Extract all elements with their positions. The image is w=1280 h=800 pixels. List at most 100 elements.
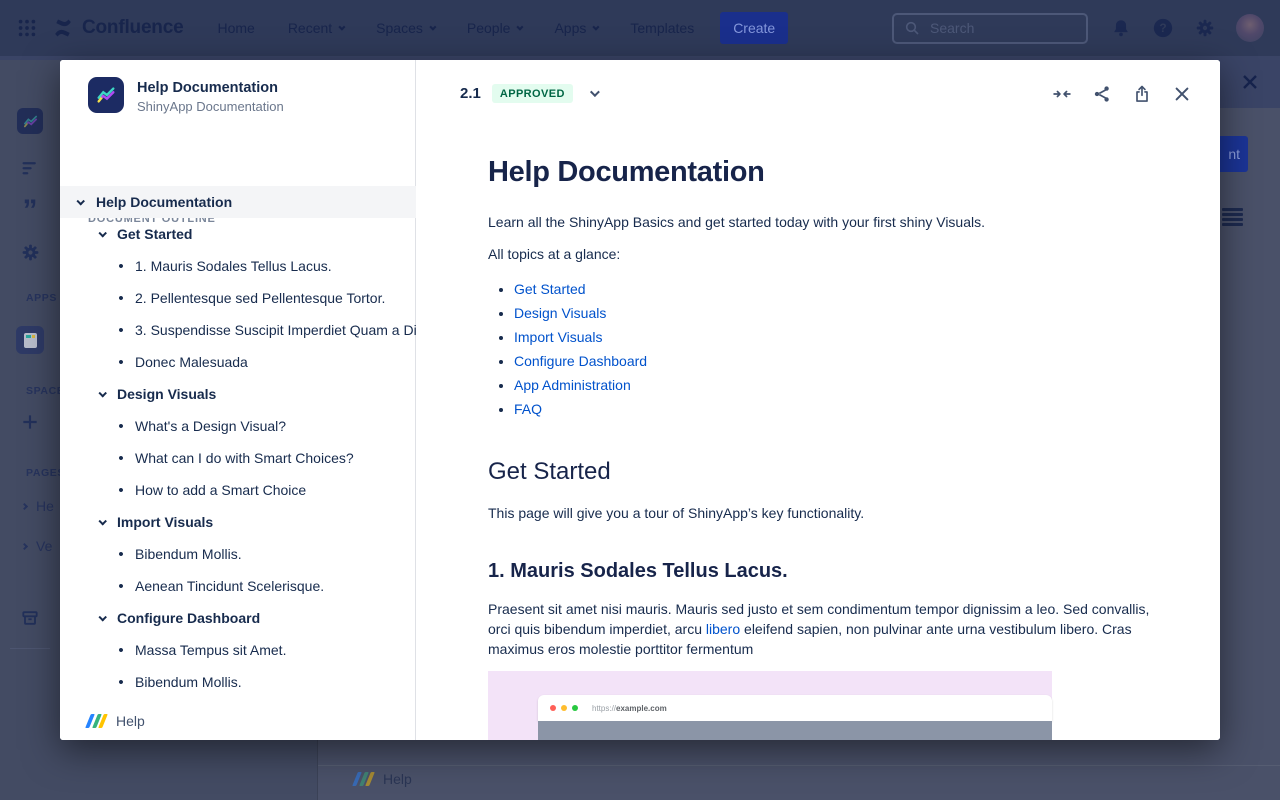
sidebar-archive-icon[interactable] [0, 608, 60, 628]
outline-item[interactable]: •Bibendum Mollis. [60, 666, 416, 698]
outline-item[interactable]: Get Started [60, 218, 416, 250]
bullet-icon: • [114, 482, 128, 499]
topics-list: Get Started Design Visuals Import Visuals C… [488, 277, 1173, 421]
sidebar-add-icon[interactable] [0, 412, 60, 432]
panel-help-link[interactable]: Help [88, 713, 145, 729]
sidebar-overview-icon[interactable] [0, 158, 60, 178]
outline-item[interactable]: Design Visuals [60, 378, 416, 410]
browser-url: https://example.com [592, 704, 667, 713]
sidebar-apps-label: APPS [26, 292, 60, 304]
browser-page-body [538, 721, 1052, 740]
create-button[interactable]: Create [720, 12, 788, 44]
sidebar-blog-quote-icon[interactable]: ” [0, 194, 60, 228]
sidebar-page-item[interactable]: Ve [22, 538, 60, 554]
outline-item-label: 1. Mauris Sodales Tellus Lacus. [135, 258, 332, 274]
outline-item[interactable]: Configure Dashboard [60, 602, 416, 634]
bullet-icon: • [114, 450, 128, 467]
nav-item-templates[interactable]: Templates [630, 20, 694, 36]
bullet-icon: • [114, 642, 128, 659]
notifications-bell-icon[interactable] [1110, 17, 1132, 39]
nav-items: Home Recent Spaces People Apps Templates [217, 20, 694, 36]
outline-item-label: Help Documentation [96, 194, 232, 210]
outline-item-label: Bibendum Mollis. [135, 674, 242, 690]
help-slashes-icon [355, 772, 372, 786]
outline-item-label: What can I do with Smart Choices? [135, 450, 354, 466]
chevron-down-icon [95, 231, 109, 237]
outline-item[interactable]: •Donec Malesuada [60, 346, 416, 378]
bullet-icon: • [114, 258, 128, 275]
banner-close-icon[interactable] [1240, 72, 1260, 92]
topic-link[interactable]: Import Visuals [514, 329, 602, 345]
confluence-logo-icon [52, 17, 74, 39]
outline-item[interactable]: •Aenean Tincidunt Scelerisque. [60, 570, 416, 602]
search-input[interactable] [928, 19, 1068, 37]
outline-item[interactable]: •What's a Design Visual? [60, 410, 416, 442]
outline-item-label: 2. Pellentesque sed Pellentesque Tortor. [135, 290, 385, 306]
help-slashes-icon [88, 714, 105, 728]
chevron-down-icon [73, 199, 87, 205]
nav-item-spaces[interactable]: Spaces [376, 20, 434, 36]
nav-item-home[interactable]: Home [217, 20, 254, 36]
topic-link[interactable]: FAQ [514, 401, 542, 417]
topic-list-item: FAQ [514, 397, 1173, 421]
help-question-icon[interactable]: ? [1152, 17, 1174, 39]
search-icon [904, 20, 920, 36]
list-view-icon[interactable] [1222, 208, 1243, 226]
outline-item[interactable]: Import Visuals [60, 506, 416, 538]
chevron-down-icon [95, 391, 109, 397]
outline-item-label: How to add a Smart Choice [135, 482, 306, 498]
outline-item[interactable]: •Bibendum Mollis. [60, 538, 416, 570]
inline-link-libero[interactable]: libero [706, 621, 740, 637]
outline-item[interactable]: • What can I do with Smart Choices? [60, 442, 416, 474]
help-documentation-dialog: Help Documentation ShinyApp Documentatio… [60, 60, 1220, 740]
outline-item-label: Configure Dashboard [117, 610, 260, 626]
close-dialog-icon[interactable] [1172, 84, 1192, 104]
nav-icon-group: ? [1110, 14, 1264, 42]
svg-text:?: ? [1159, 21, 1166, 35]
bullet-icon: • [114, 290, 128, 307]
sidebar-shinyapp-item-icon[interactable] [0, 326, 60, 354]
outline-item[interactable]: • 2. Pellentesque sed Pellentesque Tortor… [60, 282, 416, 314]
settings-gear-icon[interactable] [1194, 17, 1216, 39]
sidebar-app-logo-icon[interactable] [0, 108, 60, 134]
outline-item-label: Aenean Tincidunt Scelerisque. [135, 578, 324, 594]
search-box[interactable] [892, 13, 1088, 44]
outline-item[interactable]: • 3. Suspendisse Suscipit Imperdiet Quam … [60, 314, 416, 346]
bullet-icon: • [114, 418, 128, 435]
sidebar-rail: ” APPS SPACE S [0, 60, 60, 800]
sidebar-pages-label: PAGES [26, 467, 60, 479]
outline-item[interactable]: • How to add a Smart Choice [60, 474, 416, 506]
app-switcher-icon[interactable] [16, 17, 38, 39]
outline-list: Help Documentation Get Started • 1. Mauris … [60, 186, 416, 698]
document-content: Help Documentation Learn all the ShinyAp… [488, 60, 1173, 740]
outline-item-label: Massa Tempus sit Amet. [135, 642, 286, 658]
background-help-footer[interactable]: Help [355, 771, 412, 787]
background-help-label: Help [383, 771, 412, 787]
nav-item-people[interactable]: People [467, 20, 522, 36]
sidebar-page-item[interactable]: He [22, 498, 60, 514]
topic-link[interactable]: Design Visuals [514, 305, 606, 321]
bullet-icon: • [114, 322, 128, 339]
outline-item[interactable]: Help Documentation [60, 186, 416, 218]
chevron-down-icon [339, 23, 346, 30]
outline-item-label: Import Visuals [117, 514, 213, 530]
topic-link[interactable]: Configure Dashboard [514, 353, 647, 369]
chevron-down-icon [429, 23, 436, 30]
confluence-wordmark: Confluence [82, 17, 183, 39]
outline-item-label: 3. Suspendisse Suscipit Imperdiet Quam a… [135, 322, 416, 338]
topic-link[interactable]: Get Started [514, 281, 586, 297]
topic-link[interactable]: App Administration [514, 377, 631, 393]
confluence-logo[interactable]: Confluence [52, 17, 183, 39]
subsection-heading: 1. Mauris Sodales Tellus Lacus. [488, 560, 1173, 583]
nav-item-apps[interactable]: Apps [554, 20, 597, 36]
outline-item[interactable]: • Massa Tempus sit Amet. [60, 634, 416, 666]
user-avatar[interactable] [1236, 14, 1264, 42]
glance-paragraph: All topics at a glance: [488, 244, 1173, 264]
sidebar-settings-gear-icon[interactable] [0, 242, 60, 263]
outline-item-label: Design Visuals [117, 386, 216, 402]
outline-item-label: Donec Malesuada [135, 354, 248, 370]
nav-item-recent[interactable]: Recent [288, 20, 343, 36]
intro-paragraph: Learn all the ShinyApp Basics and get st… [488, 212, 1173, 232]
outline-item[interactable]: • 1. Mauris Sodales Tellus Lacus. [60, 250, 416, 282]
chevron-down-icon [95, 519, 109, 525]
